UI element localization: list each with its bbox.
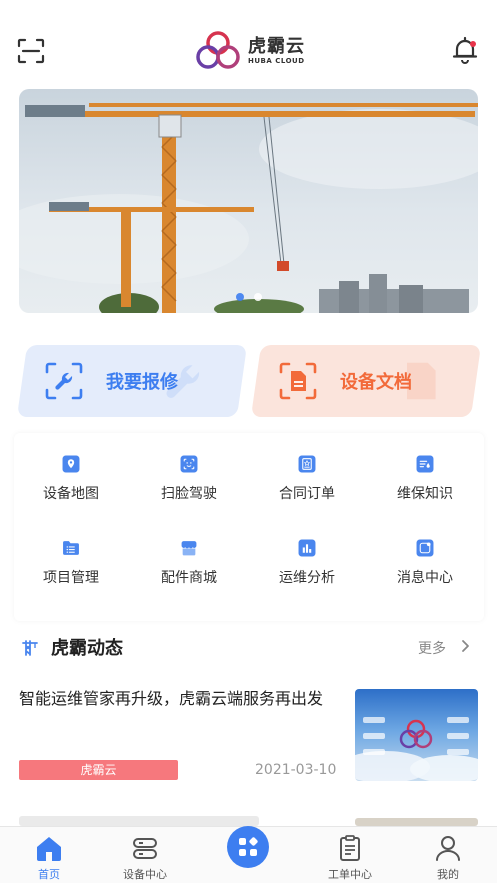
news-list-item[interactable]: 智能运维管家再升级，虎霸云端服务再出发 虎霸云 2021-03-10 xyxy=(0,688,497,784)
home-icon xyxy=(37,837,61,861)
grid-item-maintenance-knowledge[interactable]: 维保知识 xyxy=(370,433,480,503)
crane-icon xyxy=(22,640,38,656)
tab-label: 首页 xyxy=(38,868,60,881)
grid-label: 扫脸驾驶 xyxy=(161,486,217,502)
news-item-tag: 虎霸云 xyxy=(19,760,178,780)
document-icon xyxy=(279,362,317,400)
repair-request-button[interactable]: 我要报修 xyxy=(16,345,248,417)
device-docs-button[interactable]: 设备文档 xyxy=(250,345,482,417)
logo-subtitle: HUBA CLOUD xyxy=(248,56,305,65)
wrench-watermark-icon xyxy=(166,365,200,398)
grid-label: 运维分析 xyxy=(279,570,335,586)
news-item-title: 智能运维管家再升级，虎霸云端服务再出发 xyxy=(19,689,324,708)
tab-device-center[interactable]: 设备中心 xyxy=(97,827,193,883)
tab-label: 设备中心 xyxy=(123,868,167,881)
banner-carousel[interactable] xyxy=(19,89,478,313)
project-icon xyxy=(63,541,79,555)
center-apps-button[interactable] xyxy=(227,826,269,868)
bell-icon[interactable] xyxy=(451,36,479,64)
next-news-thumbnail-peek xyxy=(355,818,478,826)
chevron-right-icon[interactable] xyxy=(458,639,472,653)
tab-home[interactable]: 首页 xyxy=(1,827,97,883)
news-thumbnail-image xyxy=(355,717,478,781)
grid-item-project-management[interactable]: 项目管理 xyxy=(16,517,126,587)
carousel-indicator xyxy=(0,293,497,301)
app-header: 虎霸云 HUBA CLOUD xyxy=(0,0,497,88)
face-scan-icon xyxy=(180,455,198,473)
news-item-thumbnail xyxy=(355,689,478,781)
map-pin-icon xyxy=(62,455,80,473)
logo-name: 虎霸云 xyxy=(248,35,305,57)
tab-work-orders[interactable]: 工单中心 xyxy=(302,827,398,883)
grid-item-contract-orders[interactable]: 合同订单 xyxy=(252,433,362,503)
scan-icon[interactable] xyxy=(17,38,45,64)
grid-label: 设备地图 xyxy=(43,486,99,502)
tab-label: 我的 xyxy=(437,868,459,881)
carousel-dot[interactable] xyxy=(235,293,244,301)
tab-label: 工单中心 xyxy=(328,868,372,881)
shop-icon xyxy=(181,541,197,556)
bar-chart-icon xyxy=(298,539,316,557)
message-icon xyxy=(416,539,434,557)
grid-item-ops-analytics[interactable]: 运维分析 xyxy=(252,517,362,587)
grid-label: 合同订单 xyxy=(279,486,335,502)
grid-item-face-drive[interactable]: 扫脸驾驶 xyxy=(134,433,244,503)
carousel-dot[interactable] xyxy=(253,293,262,301)
document-watermark-icon xyxy=(407,362,436,400)
news-section-title: 虎霸动态 xyxy=(51,638,123,659)
news-more-link[interactable]: 更多 xyxy=(418,638,446,658)
tower-cranes-photo xyxy=(19,103,478,313)
news-section-header: 虎霸动态 更多 xyxy=(0,630,497,662)
knowledge-icon xyxy=(416,455,434,473)
next-news-item-peek xyxy=(19,816,259,826)
grid-item-parts-store[interactable]: 配件商城 xyxy=(134,517,244,587)
grid-apps-icon xyxy=(239,837,258,856)
grid-item-message-center[interactable]: 消息中心 xyxy=(370,517,480,587)
grid-item-device-map[interactable]: 设备地图 xyxy=(16,433,126,503)
brand-logo: 虎霸云 HUBA CLOUD xyxy=(194,30,305,72)
user-icon xyxy=(436,836,460,861)
contract-icon xyxy=(298,455,316,473)
clipboard-icon xyxy=(340,835,360,861)
wrench-icon xyxy=(45,362,83,400)
tab-profile[interactable]: 我的 xyxy=(400,827,496,883)
grid-label: 项目管理 xyxy=(43,570,99,586)
feature-grid: 设备地图 扫脸驾驶 合同订单 维保知识 项目管理 配件商城 运维分析 消息中心 xyxy=(14,433,484,621)
news-item-date: 2021-03-10 xyxy=(255,762,337,778)
grid-label: 维保知识 xyxy=(397,486,453,502)
grid-label: 消息中心 xyxy=(397,570,453,586)
logo-rings-icon xyxy=(196,31,240,69)
device-icon xyxy=(133,838,157,859)
grid-label: 配件商城 xyxy=(161,570,217,586)
